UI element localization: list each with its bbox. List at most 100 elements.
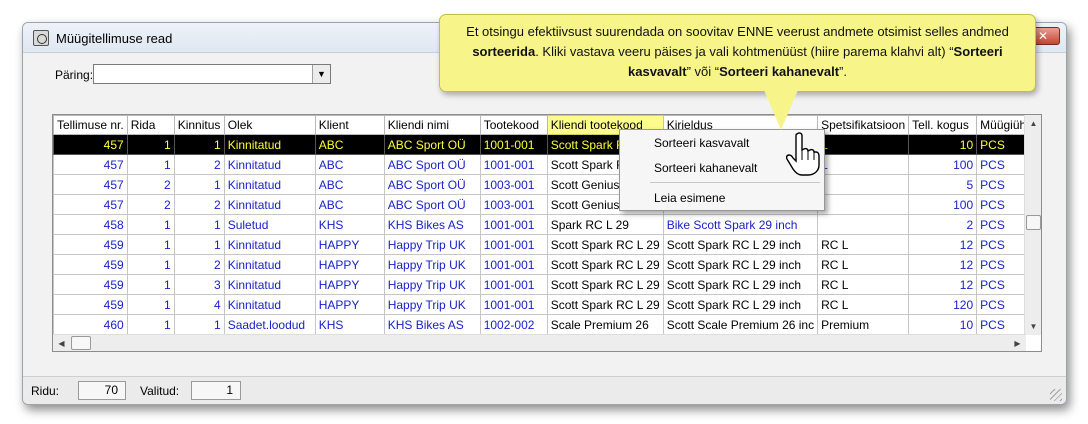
table-cell[interactable]: 100 — [908, 154, 978, 175]
table-row[interactable]: 459 1 2 Kinnitatud HAPPY Happy Trip UK 1001-00… — [53, 254, 1039, 275]
table-cell[interactable]: 1001-001 — [479, 154, 548, 175]
table-cell[interactable]: ABC Sport OÜ — [383, 134, 481, 155]
table-cell[interactable]: 100 — [908, 194, 978, 215]
table-cell[interactable]: 12 — [908, 234, 978, 255]
table-cell[interactable]: 120 — [908, 294, 978, 315]
table-cell[interactable]: 12 — [908, 274, 978, 295]
column-header[interactable]: Tootekood — [479, 115, 548, 135]
table-cell[interactable]: 1 — [126, 214, 175, 235]
table-cell[interactable]: KHS Bikes AS — [383, 214, 481, 235]
table-cell[interactable]: 457 — [53, 154, 128, 175]
table-cell[interactable]: 1 — [126, 254, 175, 275]
table-cell[interactable]: Happy Trip UK — [383, 274, 481, 295]
vertical-scroll-thumb[interactable] — [1026, 215, 1041, 230]
table-cell[interactable]: ABC — [314, 194, 385, 215]
table-cell[interactable]: ABC — [314, 154, 385, 175]
table-cell[interactable]: 1 — [126, 314, 175, 335]
table-cell[interactable]: 12 — [908, 254, 978, 275]
table-cell[interactable]: 1 — [173, 214, 225, 235]
table-cell[interactable]: L — [817, 134, 910, 155]
table-cell[interactable]: Bike Scott Spark 29 inch — [662, 214, 819, 235]
table-cell[interactable]: KHS — [314, 314, 385, 335]
table-cell[interactable]: HAPPY — [314, 274, 385, 295]
table-cell[interactable]: 457 — [53, 134, 128, 155]
table-cell[interactable]: ABC — [314, 134, 385, 155]
column-header[interactable]: Kinnitus — [173, 115, 225, 135]
table-cell[interactable]: 3 — [173, 274, 225, 295]
table-cell[interactable]: Kinnitatud — [223, 294, 316, 315]
table-cell[interactable]: 2 — [126, 194, 175, 215]
table-cell[interactable]: 1001-001 — [479, 294, 548, 315]
table-row[interactable]: 457 2 1 Kinnitatud ABC ABC Sport OÜ 1003-001 Sc… — [53, 174, 1039, 195]
chevron-down-icon[interactable]: ▼ — [312, 65, 330, 83]
table-cell[interactable]: 1003-001 — [479, 174, 548, 195]
table-cell[interactable]: Scale Premium 26 — [546, 314, 664, 335]
table-cell[interactable]: Scott Spark RC L 29 inch — [662, 234, 819, 255]
horizontal-scrollbar[interactable]: ◀ ▶ — [53, 334, 1026, 351]
table-cell[interactable]: Happy Trip UK — [383, 294, 481, 315]
table-row[interactable]: 457 1 1 Kinnitatud ABC ABC Sport OÜ 1001-001 Sc… — [53, 134, 1039, 155]
horizontal-scroll-thumb[interactable] — [71, 336, 91, 350]
scroll-right-icon[interactable]: ▶ — [1009, 335, 1026, 352]
table-cell[interactable]: 2 — [173, 154, 225, 175]
column-header[interactable]: Olek — [223, 115, 316, 135]
table-cell[interactable]: 1 — [126, 154, 175, 175]
table-cell[interactable]: 4 — [173, 294, 225, 315]
table-cell[interactable]: 1003-001 — [479, 194, 548, 215]
table-cell[interactable]: RC L — [817, 234, 910, 255]
column-header[interactable]: Klient — [314, 115, 385, 135]
table-cell[interactable]: 459 — [53, 254, 128, 275]
query-select[interactable]: ▼ — [93, 64, 331, 84]
table-row[interactable]: 458 1 1 Suletud KHS KHS Bikes AS 1001-001 Spark… — [53, 214, 1039, 235]
table-cell[interactable]: 1001-001 — [479, 134, 548, 155]
table-cell[interactable]: Scott Spark RC L 29 inch — [662, 254, 819, 275]
table-cell[interactable]: Kinnitatud — [223, 194, 316, 215]
table-cell[interactable]: Kinnitatud — [223, 134, 316, 155]
column-header[interactable]: Tell. kogus — [908, 115, 978, 135]
table-cell[interactable]: 1001-001 — [479, 234, 548, 255]
table-cell[interactable]: Scott Scale Premium 26 inc — [662, 314, 819, 335]
table-cell[interactable]: 1 — [173, 314, 225, 335]
table-cell[interactable]: ABC Sport OÜ — [383, 154, 481, 175]
table-cell[interactable]: Scott Spark RC L 29 inch — [662, 294, 819, 315]
table-cell[interactable]: 1001-001 — [479, 274, 548, 295]
table-cell[interactable]: 1 — [173, 234, 225, 255]
table-cell[interactable] — [817, 214, 910, 235]
table-cell[interactable]: 2 — [173, 194, 225, 215]
table-row[interactable]: 457 2 2 Kinnitatud ABC ABC Sport OÜ 1003-001 Sc… — [53, 194, 1039, 215]
table-cell[interactable]: Spark RC L 29 — [546, 214, 664, 235]
vertical-scrollbar[interactable]: ▲ ▼ — [1024, 115, 1041, 335]
table-cell[interactable]: 1001-001 — [479, 214, 548, 235]
table-cell[interactable]: HAPPY — [314, 234, 385, 255]
table-cell[interactable]: Saadet.loodud — [223, 314, 316, 335]
table-cell[interactable]: RC L — [817, 254, 910, 275]
table-cell[interactable]: 2 — [908, 214, 978, 235]
scroll-down-icon[interactable]: ▼ — [1025, 318, 1042, 335]
table-cell[interactable]: ABC — [314, 174, 385, 195]
table-cell[interactable]: 1 — [173, 174, 225, 195]
table-cell[interactable]: 2 — [126, 174, 175, 195]
table-cell[interactable]: 1 — [173, 134, 225, 155]
table-cell[interactable]: 1002-002 — [479, 314, 548, 335]
table-cell[interactable]: KHS Bikes AS — [383, 314, 481, 335]
table-cell[interactable]: 1 — [126, 234, 175, 255]
menu-item-sort-descending[interactable]: Sorteeri kahanevalt — [654, 161, 757, 175]
table-cell[interactable]: Suletud — [223, 214, 316, 235]
table-cell[interactable]: 459 — [53, 274, 128, 295]
table-cell[interactable]: 1 — [126, 274, 175, 295]
table-cell[interactable]: Scott Spark RC L 29 — [546, 294, 664, 315]
table-cell[interactable]: HAPPY — [314, 294, 385, 315]
table-cell[interactable]: 1 — [126, 134, 175, 155]
scroll-left-icon[interactable]: ◀ — [53, 335, 70, 352]
table-cell[interactable]: Kinnitatud — [223, 234, 316, 255]
menu-item-sort-ascending[interactable]: Sorteeri kasvavalt — [654, 136, 749, 150]
table-cell[interactable] — [817, 174, 910, 195]
table-cell[interactable]: Premium — [817, 314, 910, 335]
table-cell[interactable]: 5 — [908, 174, 978, 195]
table-cell[interactable]: 457 — [53, 194, 128, 215]
table-cell[interactable]: 1001-001 — [479, 254, 548, 275]
table-cell[interactable]: Kinnitatud — [223, 174, 316, 195]
table-cell[interactable]: 2 — [173, 254, 225, 275]
order-lines-grid[interactable]: Tellimuse nr. Rida Kinnitus Olek Klient Klien… — [52, 114, 1042, 352]
resize-grip-icon[interactable] — [1050, 389, 1062, 401]
